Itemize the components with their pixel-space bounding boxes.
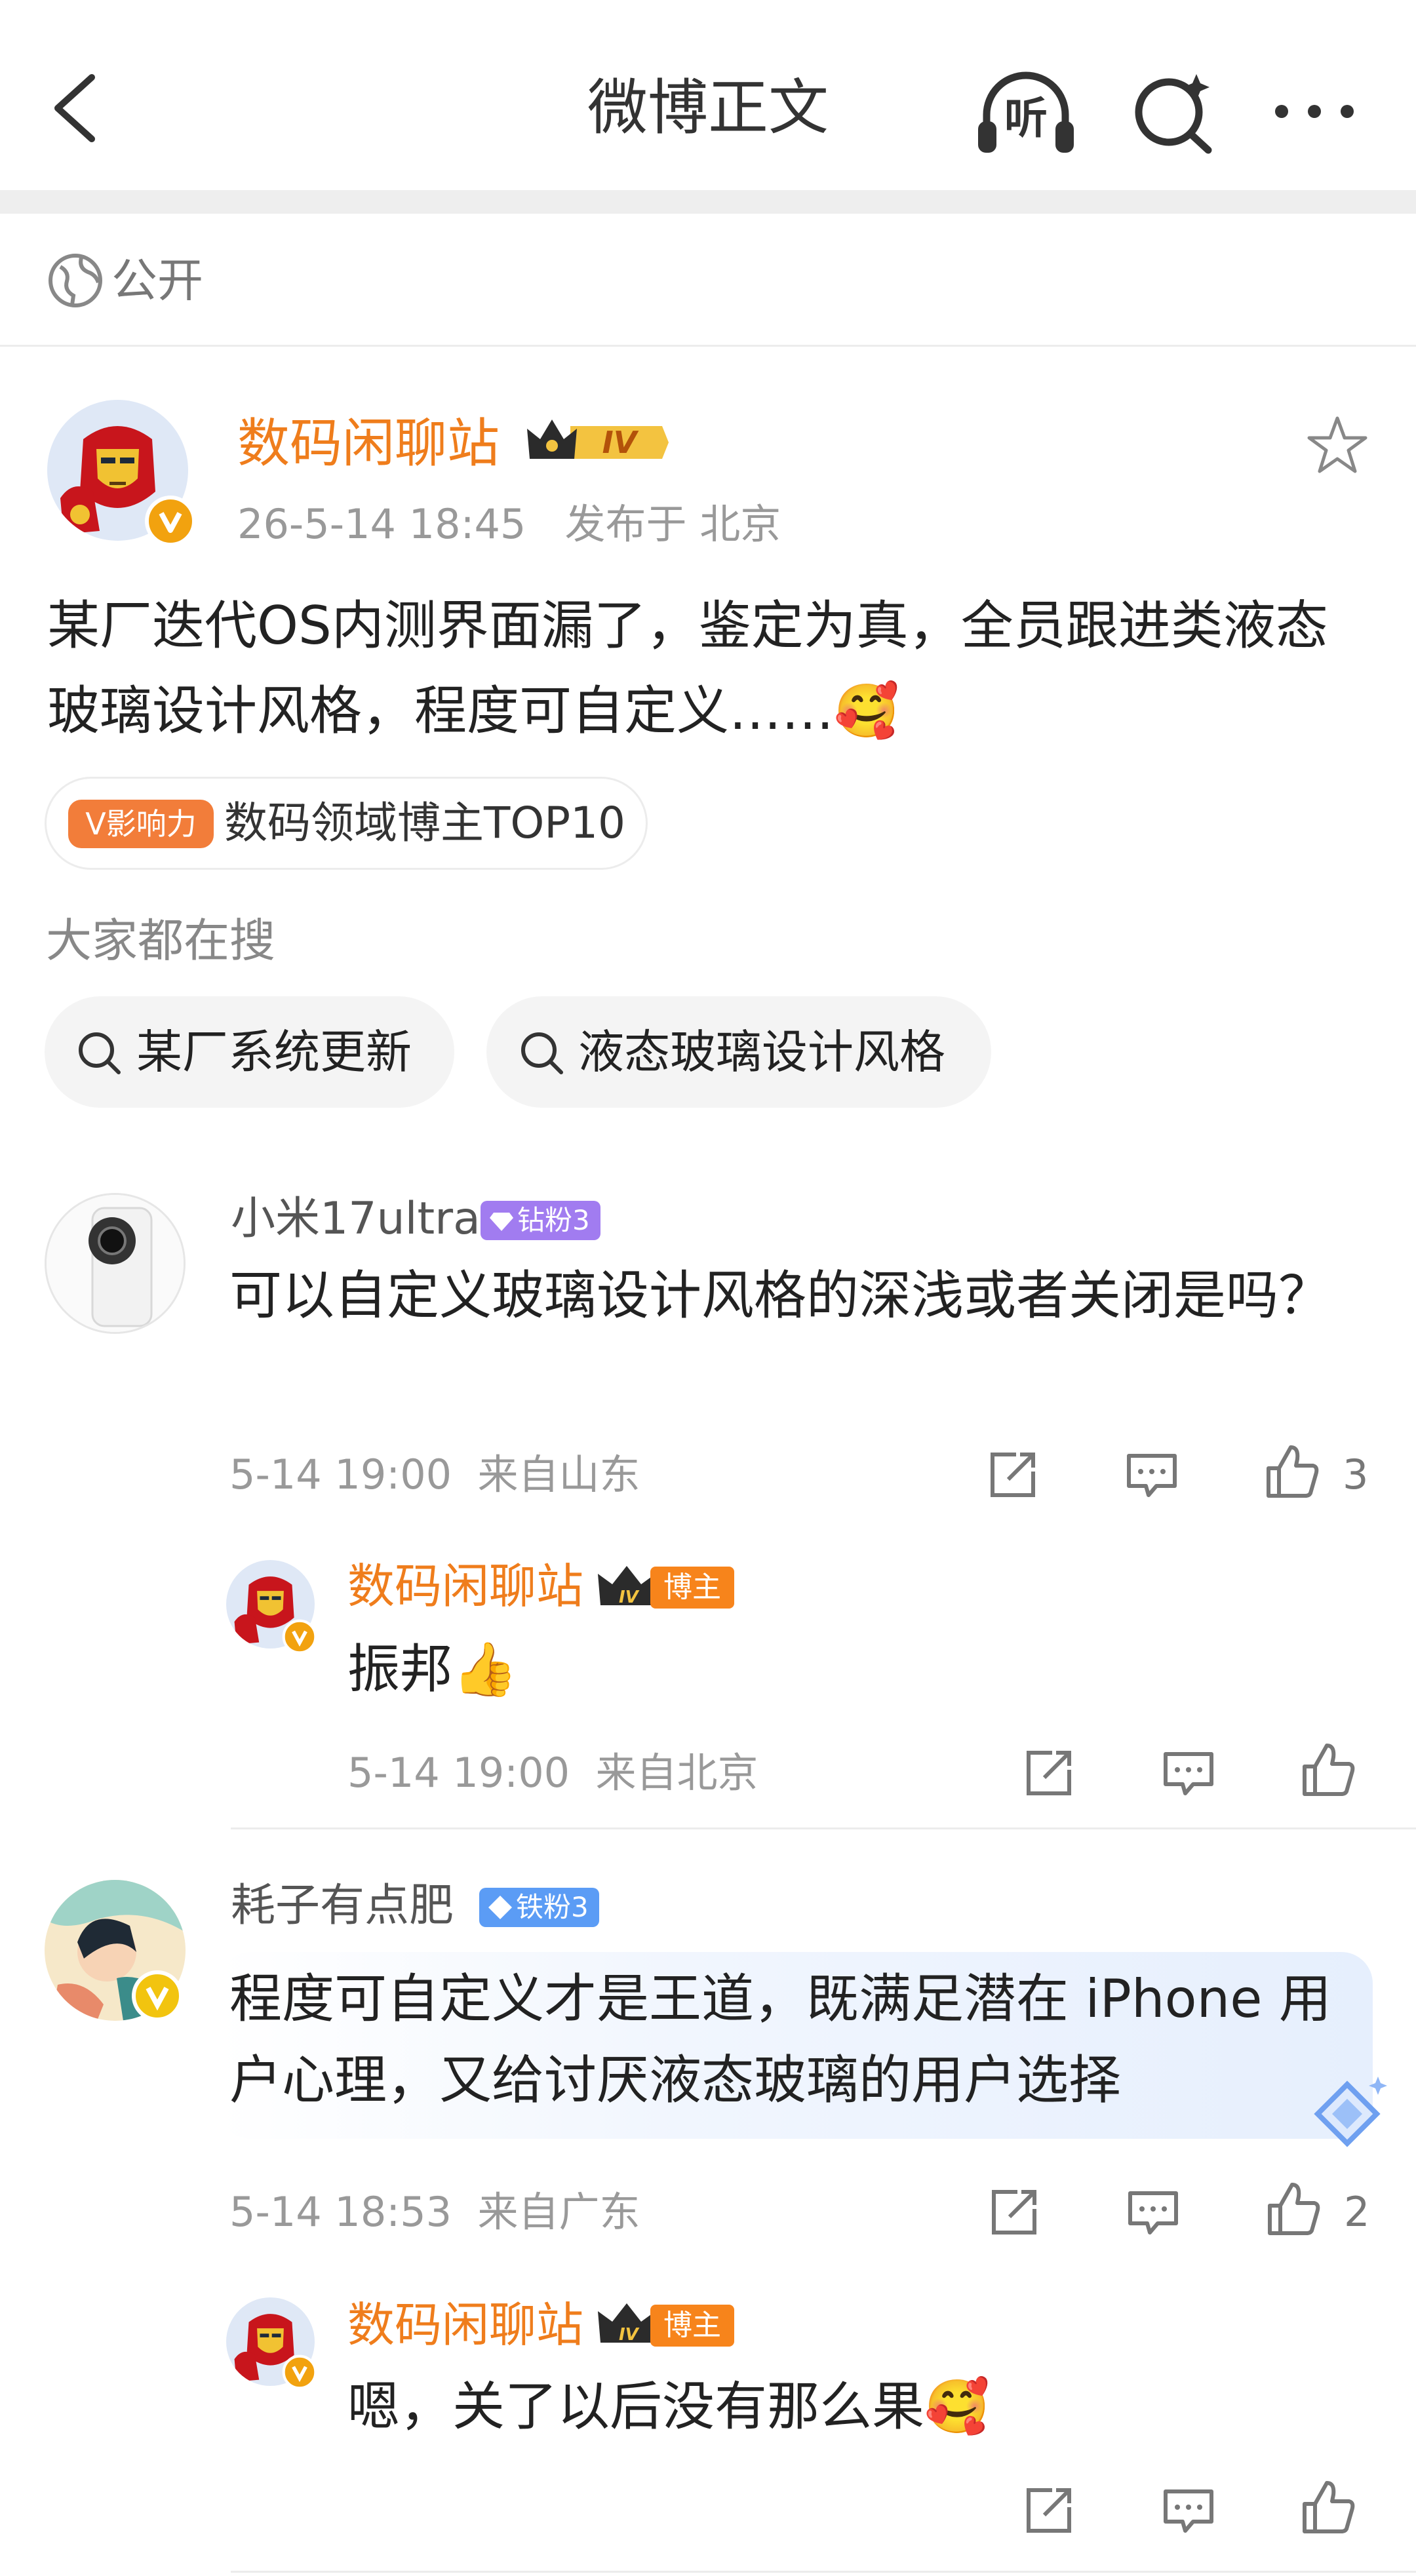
comment-meta: 5-14 18:53 来自广东: [229, 2179, 640, 2245]
reply-source: 来自北京: [595, 1749, 758, 1797]
visibility-label: 公开: [111, 254, 203, 307]
svg-text:IV: IV: [619, 1588, 640, 1607]
comment-source: 来自广东: [477, 2188, 640, 2236]
fan-badge-label: 铁粉3: [516, 1891, 589, 1923]
like-icon[interactable]: [1263, 2179, 1322, 2238]
reply-username[interactable]: 数码闲聊站: [347, 1553, 583, 1619]
comment-time: 5-14 18:53: [229, 2188, 452, 2236]
header-divider: [0, 190, 1416, 214]
share-icon[interactable]: [985, 2183, 1044, 2242]
comment-time: 5-14 19:00: [229, 1451, 452, 1498]
comment-icon[interactable]: [1124, 2183, 1183, 2242]
reply-meta: 5-14 19:00 来自北京: [347, 1740, 758, 1806]
comment-icon[interactable]: [1159, 2481, 1218, 2540]
star-icon[interactable]: [1305, 413, 1370, 478]
like-icon[interactable]: [1298, 1740, 1357, 1799]
share-icon[interactable]: [1019, 1744, 1078, 1803]
vip-level-badge: IV: [524, 413, 669, 472]
visibility-row: [0, 214, 1416, 347]
influence-text: 数码领域博主TOP10: [224, 798, 626, 848]
comment-divider: [231, 2571, 1416, 2573]
diamond-icon: [490, 1213, 513, 1231]
svg-text:IV: IV: [619, 2325, 640, 2345]
avatar[interactable]: [45, 1193, 186, 1334]
phone-avatar-icon: [47, 1195, 184, 1332]
search-icon: [79, 1032, 121, 1074]
trending-search-heading: 大家都在搜: [46, 914, 275, 967]
reply-text: 振邦👍: [347, 1639, 518, 1700]
listen-label: 听: [1004, 93, 1048, 144]
comment-username[interactable]: 耗子有点肥: [231, 1873, 454, 1939]
fan-badge: 钻粉3: [481, 1201, 600, 1240]
verified-badge-icon: [132, 1970, 183, 2021]
ai-search-icon[interactable]: [1131, 69, 1216, 154]
like-icon[interactable]: [1298, 2478, 1357, 2537]
post-text: 某厂迭代OS内测界面漏了，鉴定为真，全员跟进类液态玻璃设计风格，程度可自定义………: [47, 595, 1328, 741]
share-icon[interactable]: [1019, 2481, 1078, 2540]
comment-username[interactable]: 小米17ultra: [231, 1186, 481, 1252]
reply-username[interactable]: 数码闲聊站: [347, 2292, 583, 2358]
reply-text: 嗯，关了以后没有那么果🥰: [347, 2376, 990, 2437]
search-chip-label: 某厂系统更新: [136, 1025, 412, 1079]
fan-badge-label: 钻粉3: [517, 1204, 590, 1236]
search-chip-label: 液态玻璃设计风格: [578, 1025, 945, 1079]
like-icon[interactable]: [1262, 1442, 1321, 1501]
influence-tag: V影响力: [68, 800, 214, 848]
comment-divider: [231, 1827, 1416, 1829]
like-count: 3: [1343, 1451, 1369, 1498]
author-badge: 博主: [650, 1567, 734, 1609]
reply-time: 5-14 19:00: [347, 1749, 570, 1797]
verified-badge-icon: [145, 496, 196, 547]
share-icon[interactable]: [983, 1445, 1042, 1504]
globe-icon: [49, 254, 102, 307]
post-meta: 26-5-14 18:45 发布于 北京: [237, 492, 781, 557]
post-author-name[interactable]: 数码闲聊站: [237, 408, 500, 480]
comment-icon[interactable]: [1159, 1744, 1218, 1803]
comment-text: 可以自定义玻璃设计风格的深浅或者关闭是吗？: [229, 1265, 1331, 1326]
more-icon[interactable]: [1268, 92, 1360, 131]
verified-badge-icon: [282, 2354, 317, 2390]
post-timestamp: 26-5-14 18:45: [237, 500, 526, 548]
author-badge: 博主: [650, 2305, 734, 2347]
vip-level-text: IV: [602, 425, 637, 460]
like-count: 2: [1344, 2188, 1370, 2236]
comment-text: 程度可自定义才是王道，既满足潜在 iPhone 用户心理，又给讨厌液态玻璃的用户…: [229, 1968, 1331, 2111]
fan-badge: 铁粉3: [479, 1888, 599, 1927]
listen-button[interactable]: 听: [970, 66, 1082, 157]
post-location: 发布于 北京: [564, 500, 781, 548]
comment-meta: 5-14 19:00 来自山东: [229, 1442, 640, 1508]
diamond-icon: [488, 1896, 512, 1919]
verified-badge-icon: [282, 1619, 317, 1654]
search-icon: [521, 1032, 563, 1074]
comment-source: 来自山东: [477, 1451, 640, 1498]
comment-icon[interactable]: [1122, 1445, 1181, 1504]
